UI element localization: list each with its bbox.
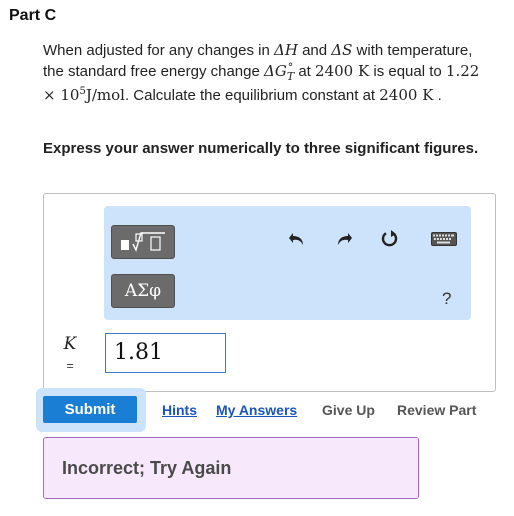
delta-g-symbol: ΔG ° T	[264, 62, 294, 82]
question-fragment: is equal to	[369, 63, 446, 80]
templates-button[interactable]	[111, 225, 175, 259]
delta-g: ΔG	[264, 62, 287, 80]
question-fragment: .	[433, 87, 442, 104]
part-title: Part C	[9, 7, 57, 24]
my-answers-link[interactable]: My Answers	[216, 402, 297, 418]
help-button[interactable]: ?	[442, 289, 451, 309]
keyboard-icon[interactable]	[430, 228, 458, 250]
question-fragment: . Calculate the equilibrium constant at	[124, 87, 380, 104]
question-fragment: When adjusted for any changes in	[43, 42, 274, 59]
redo-arrow-icon	[338, 233, 352, 245]
answer-input[interactable]: 1.81	[105, 333, 226, 373]
feedback-message: Incorrect; Try Again	[62, 458, 232, 478]
variable-k: K	[63, 334, 77, 354]
submit-focus-ring: Submit	[36, 388, 146, 432]
keyboard-glyph-icon	[431, 232, 457, 246]
equals-sign: =	[66, 358, 74, 373]
temperature-value: 2400 K	[379, 86, 434, 104]
question-text: When adjusted for any changes in ΔH and …	[43, 40, 483, 106]
feedback-box: Incorrect; Try Again	[43, 437, 419, 499]
review-part-link[interactable]: Review Part	[397, 402, 476, 418]
redo-icon[interactable]	[333, 228, 355, 250]
delta-s: ΔS	[331, 41, 353, 59]
give-up-link[interactable]: Give Up	[322, 402, 375, 418]
math-toolbar: ΑΣφ ?	[104, 206, 471, 320]
hints-link[interactable]: Hints	[162, 402, 197, 418]
instruction-text: Express your answer numerically to three…	[43, 140, 479, 157]
undo-arrow-icon	[289, 233, 303, 245]
symbols-button[interactable]: ΑΣφ	[111, 274, 175, 308]
answer-variable-label: K =	[60, 334, 80, 373]
answer-box: ΑΣφ ? K = 1.81	[43, 193, 496, 392]
undo-icon[interactable]	[286, 228, 308, 250]
energy-units: J/mol	[85, 86, 125, 104]
submit-button[interactable]: Submit	[43, 396, 137, 423]
question-fragment: at	[294, 63, 316, 80]
temperature-value: 2400 K	[315, 62, 370, 80]
fraction-root-template-icon	[121, 232, 165, 252]
reset-icon[interactable]	[379, 228, 401, 250]
question-fragment: and	[297, 42, 332, 59]
circular-arrow-icon	[381, 230, 398, 247]
delta-h: ΔH	[273, 41, 298, 59]
